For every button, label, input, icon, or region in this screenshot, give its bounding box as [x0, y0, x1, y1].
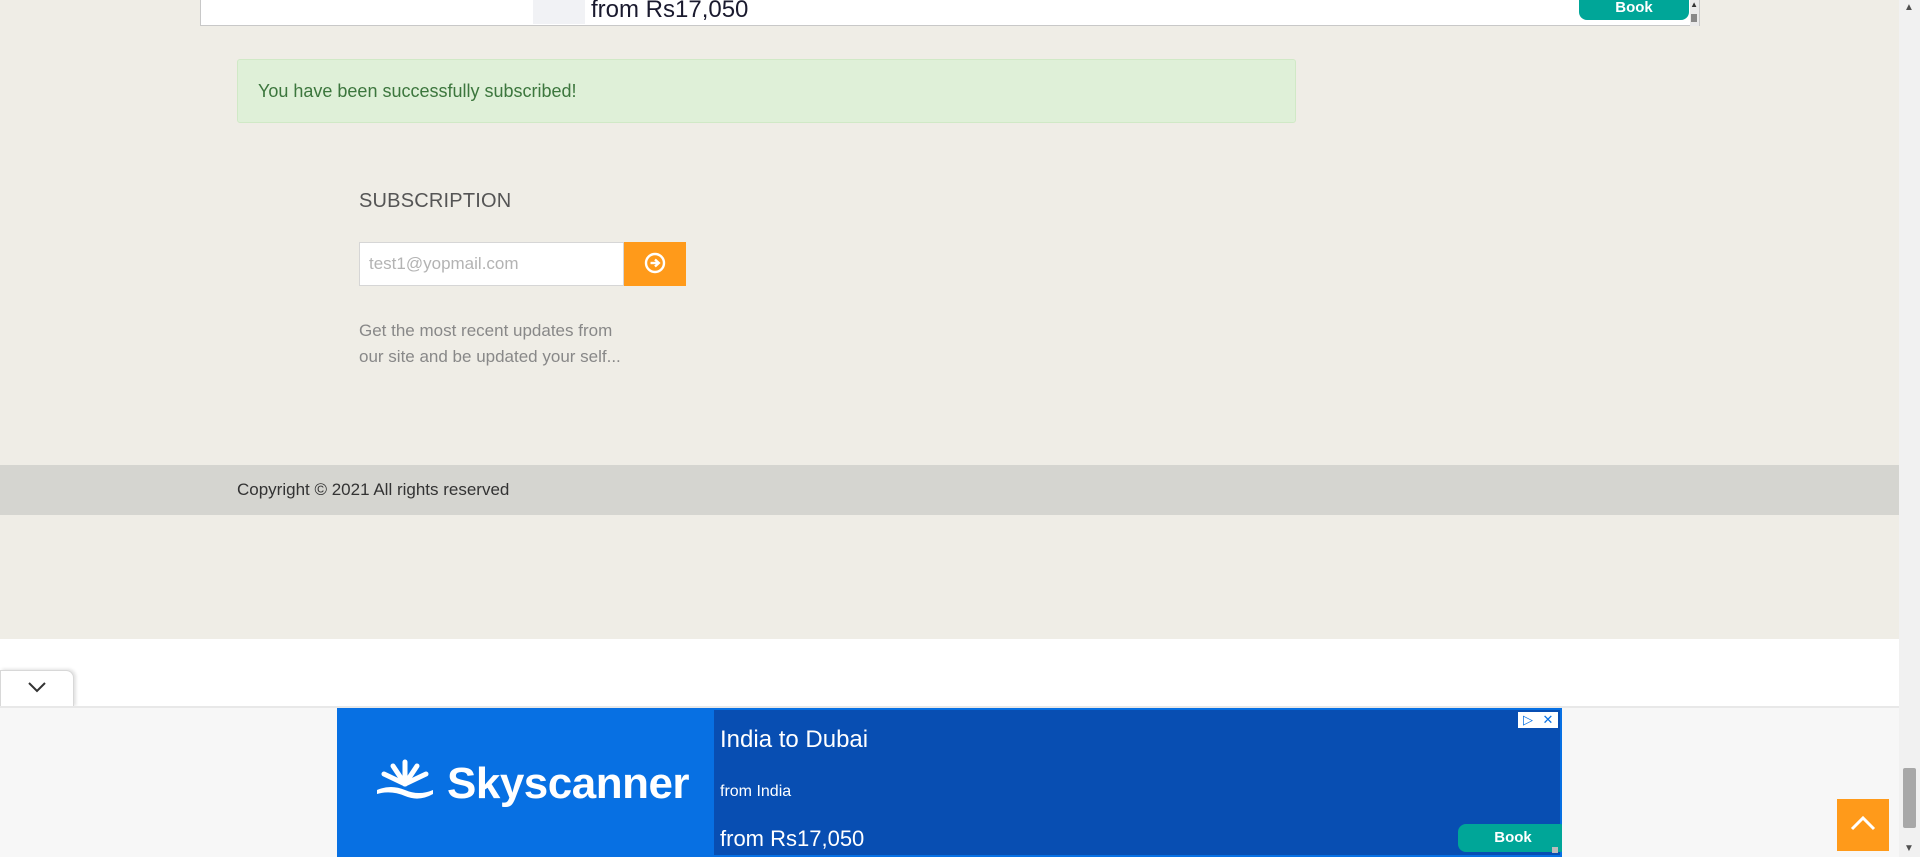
subscription-description: Get the most recent updates from our sit…	[359, 321, 621, 366]
top-ad-book-button[interactable]: Book	[1579, 0, 1689, 20]
skyscanner-offer-panel[interactable]: India to Dubai from India from Rs17,050 …	[712, 708, 1562, 857]
page-scrollbar[interactable]: ▲ ▼	[1899, 0, 1920, 857]
skyscanner-route: India to Dubai	[720, 726, 869, 753]
copyright-bar: Copyright © 2021 All rights reserved	[0, 465, 1899, 515]
ad-resize-handle	[1552, 847, 1558, 853]
arrow-circle-right-icon	[644, 252, 666, 277]
back-to-top-button[interactable]	[1837, 799, 1889, 851]
skyscanner-origin: from India	[720, 783, 792, 800]
subscription-email-input[interactable]	[359, 242, 624, 286]
success-alert: You have been successfully subscribed!	[237, 59, 1296, 123]
skyscanner-book-button[interactable]: Book	[1458, 824, 1562, 852]
skyscanner-price: from Rs17,050	[720, 826, 865, 851]
copyright-text: Copyright © 2021 All rights reserved	[237, 480, 510, 499]
success-alert-message: You have been successfully subscribed!	[258, 81, 577, 101]
ad-collapse-tab[interactable]	[0, 670, 74, 707]
top-ad-banner[interactable]: from Rs17,050 Book ▲	[200, 0, 1700, 26]
adchoices[interactable]: ▷ ✕	[1518, 712, 1558, 728]
ad-image-placeholder	[533, 0, 585, 24]
ad-close-icon[interactable]: ✕	[1538, 712, 1558, 728]
page-scrollbar-thumb[interactable]	[1903, 768, 1916, 828]
skyscanner-logo[interactable]: Skyscanner	[373, 758, 690, 809]
top-ad-price: from Rs17,050	[591, 0, 749, 23]
scrollbar-down-arrow-icon[interactable]: ▼	[1904, 843, 1914, 854]
skyscanner-sunburst-icon	[373, 758, 437, 809]
chevron-down-icon	[27, 680, 47, 698]
scroll-up-arrow-icon[interactable]: ▲	[1690, 0, 1698, 9]
skyscanner-brand: Skyscanner	[447, 758, 690, 808]
subscription-title: SUBSCRIPTION	[359, 190, 512, 212]
chevron-up-icon	[1849, 814, 1877, 837]
top-ad-scrollbar[interactable]: ▲	[1690, 0, 1699, 26]
scrollbar-up-arrow-icon[interactable]: ▲	[1904, 2, 1914, 13]
adchoices-icon[interactable]: ▷	[1518, 712, 1538, 728]
scroll-thumb[interactable]	[1691, 14, 1697, 22]
subscribe-button[interactable]	[624, 242, 686, 286]
skyscanner-ad[interactable]: Skyscanner India to Dubai from India fro…	[337, 708, 1562, 857]
